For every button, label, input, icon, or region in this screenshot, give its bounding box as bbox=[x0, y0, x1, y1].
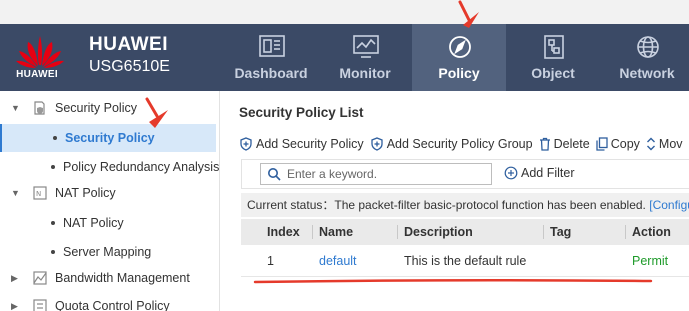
status-bar: Current status：The packet-filter basic-p… bbox=[241, 193, 689, 217]
main-nav: Dashboard Monitor Policy Object Network bbox=[224, 24, 689, 91]
sidebar-item-label: NAT Policy bbox=[63, 216, 124, 230]
column-header-action[interactable]: Action bbox=[625, 219, 671, 245]
add-filter-button[interactable]: Add Filter bbox=[504, 166, 575, 180]
configure-link[interactable]: [Configu bbox=[649, 198, 689, 212]
copy-icon bbox=[596, 137, 608, 151]
delete-label: Delete bbox=[553, 137, 590, 151]
dashboard-icon bbox=[259, 35, 285, 57]
cell-name-link[interactable]: default bbox=[319, 245, 357, 277]
move-button[interactable]: Mov bbox=[646, 137, 683, 151]
trash-icon bbox=[539, 137, 550, 151]
sidebar-item-label: NAT Policy bbox=[55, 186, 116, 200]
collapsed-triangle-icon[interactable]: ▶ bbox=[11, 292, 18, 311]
add-security-policy-group-label: Add Security Policy Group bbox=[386, 137, 533, 151]
status-text: Current status：The packet-filter basic-p… bbox=[247, 198, 646, 212]
annotation-arrow-icon bbox=[458, 0, 479, 28]
nav-network[interactable]: Network bbox=[600, 24, 689, 91]
top-bar: HUAWEI HUAWEI USG6510E Dashboard Monitor… bbox=[0, 0, 689, 91]
sidebar-item-label: Quota Control Policy bbox=[55, 299, 170, 311]
column-header-name[interactable]: Name bbox=[311, 219, 353, 245]
sidebar-item-policy-redundancy-analysis[interactable]: Policy Redundancy Analysis bbox=[0, 153, 220, 181]
globe-icon bbox=[637, 36, 659, 58]
nav-dashboard[interactable]: Dashboard bbox=[224, 24, 318, 91]
delete-button[interactable]: Delete bbox=[539, 137, 590, 151]
sidebar-item-label: Bandwidth Management bbox=[55, 271, 190, 285]
sidebar-item-label: Policy Redundancy Analysis bbox=[63, 160, 220, 174]
expand-triangle-icon[interactable]: ▼ bbox=[11, 94, 20, 122]
bullet-icon bbox=[51, 221, 55, 225]
nav-monitor[interactable]: Monitor bbox=[318, 24, 412, 91]
nat-icon: N bbox=[33, 186, 47, 200]
sidebar-group-security-policy[interactable]: ▼ Security Policy bbox=[0, 94, 220, 122]
search-icon bbox=[268, 168, 281, 181]
add-security-policy-button[interactable]: Add Security Policy bbox=[239, 137, 364, 151]
bullet-icon bbox=[51, 165, 55, 169]
nav-policy[interactable]: Policy bbox=[412, 24, 506, 91]
sidebar-group-nat-policy[interactable]: ▼ N NAT Policy bbox=[0, 179, 220, 207]
expand-triangle-icon[interactable]: ▼ bbox=[11, 179, 20, 207]
nav-object[interactable]: Object bbox=[506, 24, 600, 91]
add-circle-icon bbox=[504, 166, 518, 180]
compass-icon bbox=[449, 36, 471, 58]
search-box[interactable] bbox=[260, 163, 492, 185]
header: HUAWEI HUAWEI USG6510E Dashboard Monitor… bbox=[0, 24, 689, 91]
column-header-description[interactable]: Description bbox=[397, 219, 473, 245]
column-header-index[interactable]: Index bbox=[267, 219, 300, 245]
policy-table: Index Name Description Tag Action 1 defa… bbox=[241, 219, 689, 277]
add-security-policy-label: Add Security Policy bbox=[256, 137, 364, 151]
svg-text:N: N bbox=[36, 190, 41, 198]
column-header-tag[interactable]: Tag bbox=[542, 219, 571, 245]
nav-label: Object bbox=[531, 65, 575, 81]
add-group-shield-icon bbox=[371, 137, 383, 151]
add-security-policy-group-button[interactable]: Add Security Policy Group bbox=[370, 137, 533, 151]
move-updown-icon bbox=[646, 137, 655, 151]
sidebar-item-label: Server Mapping bbox=[63, 245, 152, 259]
cell-index: 1 bbox=[267, 254, 274, 268]
object-icon bbox=[544, 35, 564, 59]
collapsed-triangle-icon[interactable]: ▶ bbox=[11, 264, 18, 292]
bullet-icon bbox=[53, 136, 57, 140]
monitor-icon bbox=[353, 35, 379, 58]
sidebar-group-bandwidth-management[interactable]: ▶ Bandwidth Management bbox=[0, 264, 220, 292]
search-bar: Add Filter bbox=[241, 159, 689, 189]
annotation-underline bbox=[253, 278, 653, 284]
nav-label: Monitor bbox=[339, 65, 391, 81]
sidebar-item-label: Security Policy bbox=[55, 101, 137, 115]
quota-icon bbox=[33, 299, 47, 311]
sidebar: ▼ Security Policy Security Policy Policy… bbox=[0, 91, 220, 311]
copy-label: Copy bbox=[610, 137, 640, 151]
move-label: Mov bbox=[658, 137, 683, 151]
annotation-arrow-icon bbox=[145, 97, 168, 128]
sidebar-group-quota-control-policy[interactable]: ▶ Quota Control Policy bbox=[0, 292, 220, 311]
toolbar: Add Security Policy Add Security Policy … bbox=[239, 132, 689, 156]
logo-wordmark: HUAWEI bbox=[16, 69, 58, 80]
sidebar-item-server-mapping[interactable]: Server Mapping bbox=[0, 238, 220, 266]
sidebar-item-nat-policy[interactable]: NAT Policy bbox=[0, 209, 220, 237]
brand: HUAWEI HUAWEI USG6510E bbox=[0, 24, 220, 91]
add-shield-icon bbox=[240, 137, 252, 151]
table-row[interactable]: 1 default This is the default rule Permi… bbox=[241, 245, 689, 277]
shield-doc-icon bbox=[34, 101, 45, 115]
nav-label: Network bbox=[619, 65, 675, 81]
bandwidth-icon bbox=[33, 271, 47, 285]
sidebar-item-security-policy[interactable]: Security Policy bbox=[0, 124, 216, 152]
cell-action: Permit bbox=[632, 254, 669, 268]
page-title: Security Policy List bbox=[239, 105, 364, 120]
cell-description: This is the default rule bbox=[404, 254, 527, 268]
nav-label: Dashboard bbox=[234, 65, 308, 81]
device-model: USG6510E bbox=[89, 58, 170, 75]
search-input[interactable] bbox=[287, 166, 487, 182]
bullet-icon bbox=[51, 250, 55, 254]
brand-name: HUAWEI bbox=[89, 34, 168, 55]
nav-label: Policy bbox=[438, 65, 480, 81]
add-filter-label: Add Filter bbox=[521, 166, 575, 180]
table-header: Index Name Description Tag Action bbox=[241, 219, 689, 245]
copy-button[interactable]: Copy bbox=[596, 137, 640, 151]
